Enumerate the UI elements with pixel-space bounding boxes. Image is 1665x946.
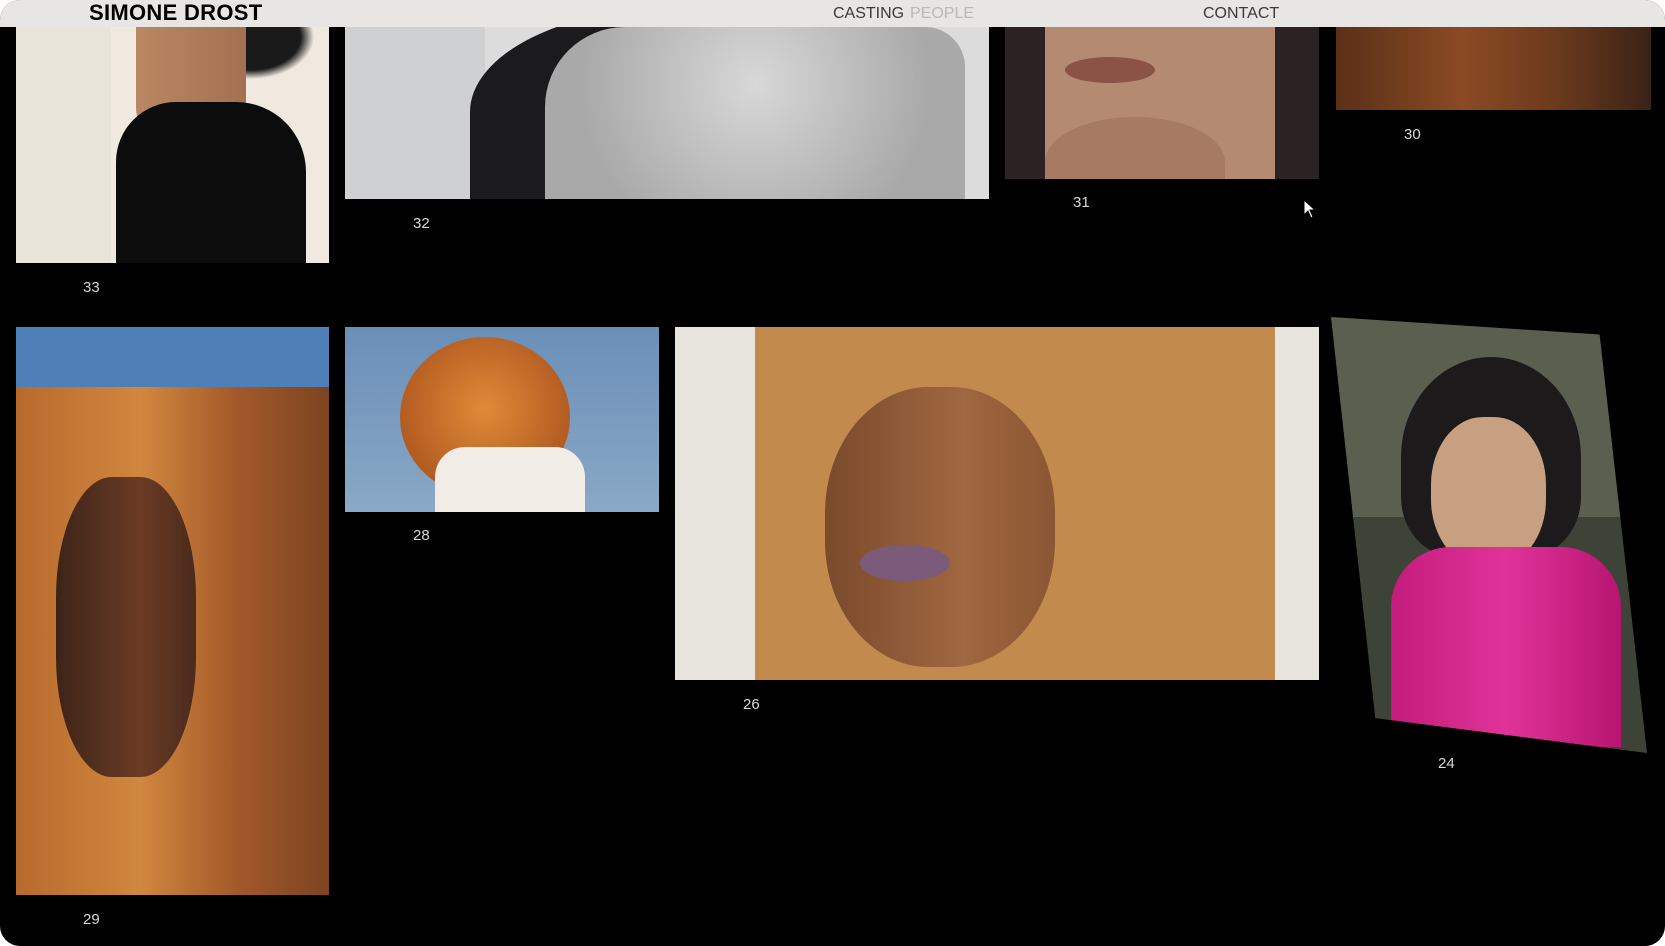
gallery-photo-29[interactable] [16, 327, 329, 895]
photo-detail [860, 545, 950, 581]
nav-casting[interactable]: CASTING [833, 5, 904, 23]
nav-contact[interactable]: CONTACT [1203, 5, 1279, 23]
gallery-caption-24: 24 [1438, 755, 1455, 772]
nav-people[interactable]: PEOPLE [910, 5, 974, 23]
photo-detail [545, 27, 965, 199]
gallery-photo-24[interactable] [1331, 317, 1647, 753]
photo-detail [1045, 117, 1225, 179]
gallery-caption-26: 26 [743, 696, 760, 713]
gallery-caption-30: 30 [1404, 126, 1421, 143]
gallery-photo-26[interactable] [675, 327, 1319, 680]
photo-detail [825, 387, 1055, 667]
gallery-caption-33: 33 [83, 279, 100, 296]
photo-detail [435, 447, 585, 512]
mouse-pointer-icon [1303, 199, 1317, 219]
gallery-photo-28[interactable] [345, 327, 659, 512]
gallery-photo-32[interactable] [345, 27, 989, 199]
gallery-caption-31: 31 [1073, 194, 1090, 211]
gallery-caption-29: 29 [83, 911, 100, 928]
site-header: SIMONE DROST CASTING PEOPLE CONTACT [0, 0, 1665, 27]
browser-window: SIMONE DROST CASTING PEOPLE CONTACT 33 3… [0, 0, 1665, 946]
gallery-photo-31[interactable] [1005, 27, 1319, 179]
photo-detail [1391, 547, 1621, 747]
photo-detail [1431, 417, 1546, 567]
photo-detail [56, 477, 196, 777]
gallery-caption-28: 28 [413, 527, 430, 544]
gallery-photo-30[interactable] [1336, 27, 1651, 110]
gallery-caption-32: 32 [413, 215, 430, 232]
site-logo[interactable]: SIMONE DROST [89, 0, 263, 26]
photo-detail [116, 102, 306, 263]
photo-detail [1065, 57, 1155, 83]
gallery-photo-33[interactable] [16, 27, 329, 263]
